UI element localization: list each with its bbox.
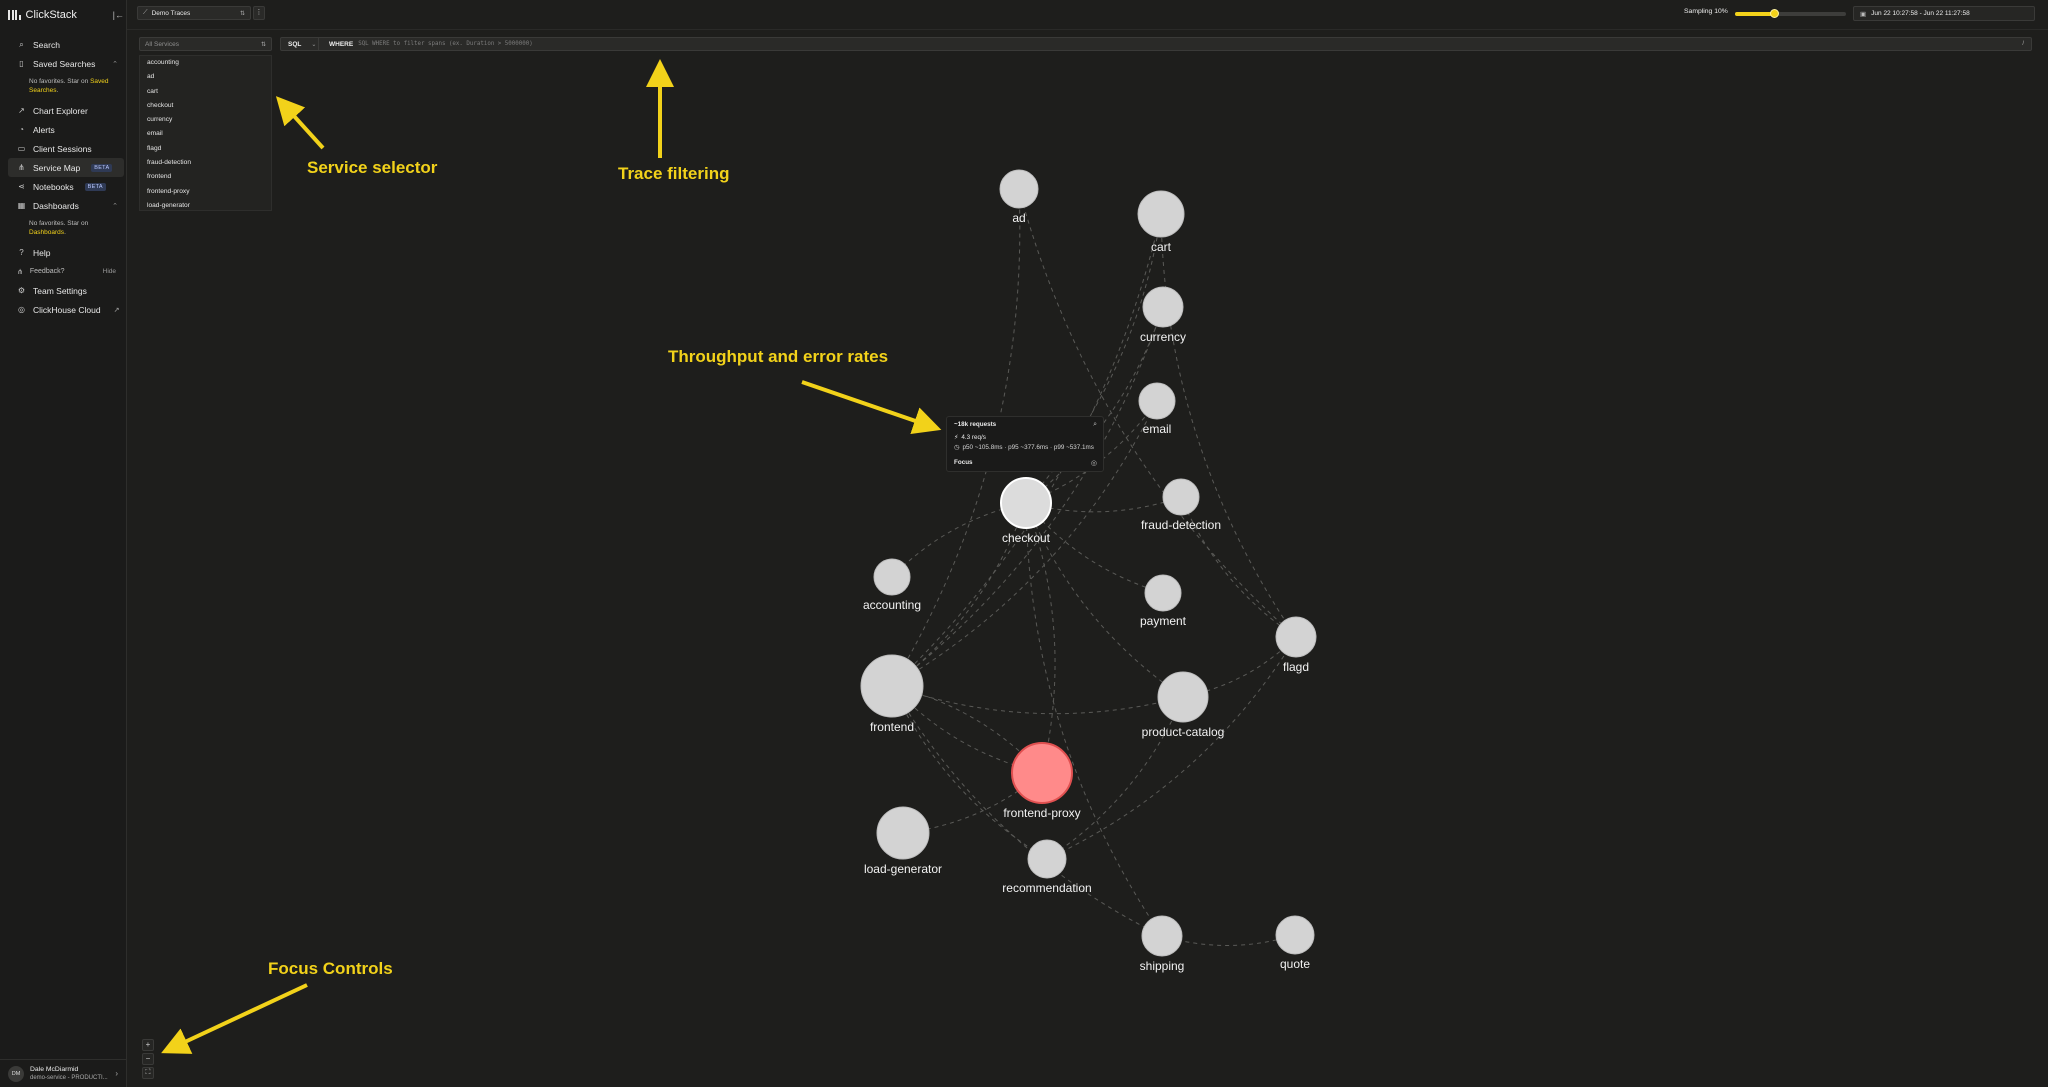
service-node-circle[interactable]	[876, 806, 930, 860]
service-node-load-generator[interactable]: load-generator	[864, 806, 942, 876]
edges	[891, 188, 1297, 946]
service-node-label: email	[1143, 422, 1172, 436]
lightning-icon: ⚡	[954, 434, 959, 441]
focus-button[interactable]: Focus	[954, 459, 973, 466]
tooltip-rate: 4.3 req/s	[961, 434, 986, 441]
tooltip-request-count: ~18k requests	[954, 421, 997, 428]
service-node-recommendation[interactable]: recommendation	[1002, 839, 1092, 895]
service-node-label: shipping	[1140, 959, 1185, 973]
service-node-payment[interactable]: payment	[1140, 574, 1187, 628]
annotation-service-selector: Service selector	[307, 158, 438, 177]
service-node-label: ad	[1012, 211, 1025, 225]
tooltip-latency: p50 ~105.8ms · p95 ~377.6ms · p99 ~537.1…	[962, 444, 1094, 451]
service-node-frontend-proxy[interactable]: frontend-proxy	[1003, 742, 1081, 820]
service-node-currency[interactable]: currency	[1140, 286, 1186, 344]
service-node-quote[interactable]: quote	[1275, 915, 1315, 971]
service-node-label: frontend-proxy	[1003, 806, 1080, 820]
service-node-label: flagd	[1283, 660, 1309, 674]
zoom-in-button[interactable]: +	[142, 1039, 154, 1051]
service-node-checkout[interactable]: checkout	[1000, 477, 1052, 545]
service-node-ad[interactable]: ad	[999, 169, 1039, 225]
service-node-circle[interactable]	[1275, 616, 1317, 658]
tooltip-rate-row: ⚡ 4.3 req/s	[954, 434, 986, 441]
service-node-circle[interactable]	[873, 558, 911, 596]
service-node-circle[interactable]	[1141, 915, 1183, 957]
service-edge	[1046, 636, 1297, 860]
service-node-product-catalog[interactable]: product-catalog	[1142, 671, 1225, 739]
service-node-circle[interactable]	[1142, 286, 1184, 328]
service-node-label: fraud-detection	[1141, 518, 1221, 532]
service-node-label: quote	[1280, 957, 1310, 971]
service-node-circle[interactable]	[999, 169, 1039, 209]
service-node-circle[interactable]	[1157, 671, 1209, 723]
focus-icon[interactable]: ◎	[1091, 459, 1097, 467]
service-node-circle[interactable]	[1138, 382, 1176, 420]
service-node-circle[interactable]	[860, 654, 924, 718]
zoom-out-button[interactable]: −	[142, 1053, 154, 1065]
service-node-label: payment	[1140, 614, 1187, 628]
service-node-circle[interactable]	[1027, 839, 1067, 879]
service-node-accounting[interactable]: accounting	[863, 558, 921, 612]
service-node-cart[interactable]: cart	[1137, 190, 1185, 254]
clock-icon: ◷	[954, 444, 960, 451]
node-tooltip: ~18k requests ⌕ ⚡ 4.3 req/s ◷ p50 ~105.8…	[946, 416, 1104, 472]
search-icon[interactable]: ⌕	[1093, 421, 1097, 429]
service-node-circle[interactable]	[1275, 915, 1315, 955]
service-node-flagd[interactable]: flagd	[1275, 616, 1317, 674]
service-node-label: currency	[1140, 330, 1186, 344]
service-node-frontend[interactable]: frontend	[860, 654, 924, 734]
service-edge	[1160, 213, 1297, 638]
service-node-circle[interactable]	[1011, 742, 1073, 804]
service-node-label: checkout	[1002, 531, 1051, 545]
service-node-label: frontend	[870, 720, 914, 734]
annotation-throughput: Throughput and error rates	[668, 347, 889, 366]
service-node-shipping[interactable]: shipping	[1140, 915, 1185, 973]
service-node-label: product-catalog	[1142, 725, 1225, 739]
service-node-label: cart	[1151, 240, 1172, 254]
service-node-circle[interactable]	[1144, 574, 1182, 612]
service-node-label: accounting	[863, 598, 921, 612]
service-node-email[interactable]: email	[1138, 382, 1176, 436]
service-node-label: load-generator	[864, 862, 942, 876]
fit-view-button[interactable]: ⛶	[142, 1067, 154, 1079]
service-node-circle[interactable]	[1137, 190, 1185, 238]
service-node-label: recommendation	[1002, 881, 1091, 895]
service-node-circle[interactable]	[1000, 477, 1052, 529]
tooltip-latency-row: ◷ p50 ~105.8ms · p95 ~377.6ms · p99 ~537…	[954, 444, 1094, 451]
annotation-focus-controls: Focus Controls	[268, 959, 393, 978]
annotation-trace-filtering: Trace filtering	[618, 164, 730, 183]
service-node-circle[interactable]	[1162, 478, 1200, 516]
